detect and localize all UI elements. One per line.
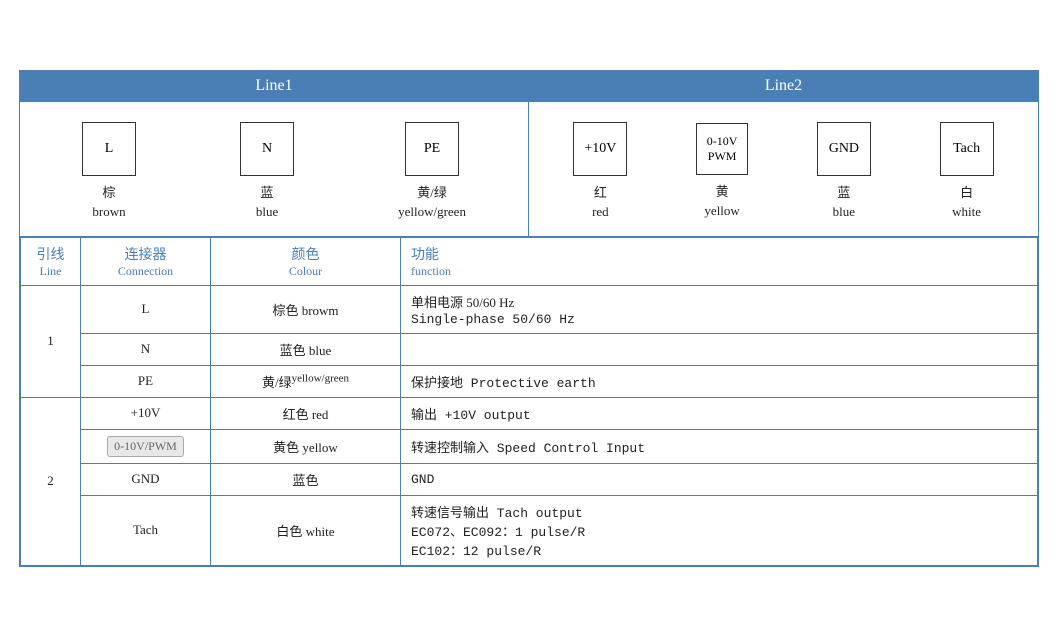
line-num-1: 1	[21, 285, 81, 397]
conn-gnd: GND	[81, 463, 211, 495]
connector-box-Tach: Tach	[940, 122, 994, 176]
table-row: 0-10V/PWM 黄色 yellow 转速控制输入 Speed Control…	[21, 429, 1038, 463]
th-color-en: Colour	[221, 264, 390, 279]
th-conn: 连接器 Connection	[81, 237, 211, 285]
table-row: GND 蓝色 GND	[21, 463, 1038, 495]
color-blue: 蓝色 blue	[211, 333, 401, 365]
line-num-2: 2	[21, 397, 81, 565]
main-container: Line1 Line2 L 棕brown N 蓝blue PE 黄/绿yello…	[19, 70, 1039, 566]
color-brown: 棕色 browm	[211, 285, 401, 333]
color-red: 红色 red	[211, 397, 401, 429]
connector-PWM: 0-10VPWM 黄yellow	[696, 123, 748, 219]
connector-label-Tach: 白white	[952, 184, 981, 220]
connector-box-N: N	[240, 122, 294, 176]
th-func-zh: 功能	[411, 244, 1027, 264]
conn-N: N	[81, 333, 211, 365]
color-yg: 黄/绿yellow/green	[211, 365, 401, 397]
diagram-line1: L 棕brown N 蓝blue PE 黄/绿yellow/green	[20, 102, 529, 235]
connector-box-GND: GND	[817, 122, 871, 176]
header-row: Line1 Line2	[20, 71, 1038, 102]
header-line2: Line2	[529, 71, 1038, 101]
table-row: N 蓝色 blue	[21, 333, 1038, 365]
connector-PE: PE 黄/绿yellow/green	[398, 122, 466, 220]
th-conn-zh: 连接器	[91, 244, 200, 264]
color-white: 白色 white	[211, 495, 401, 565]
table-header-row: 引线 Line 连接器 Connection 颜色 Colour 功能 func…	[21, 237, 1038, 285]
table-row: 1 L 棕色 browm 单相电源 50/60 Hz Single-phase …	[21, 285, 1038, 333]
connector-label-PWM: 黄yellow	[704, 183, 739, 219]
th-line-zh: 引线	[31, 244, 70, 264]
connector-box-PWM: 0-10VPWM	[696, 123, 748, 175]
table-row: Tach 白色 white 转速信号输出 Tach output EC072、E…	[21, 495, 1038, 565]
connector-Tach: Tach 白white	[940, 122, 994, 220]
connector-box-10V: +10V	[573, 122, 627, 176]
th-conn-en: Connection	[91, 264, 200, 279]
func-gnd: GND	[401, 463, 1038, 495]
color-blue2: 蓝色	[211, 463, 401, 495]
conn-tach: Tach	[81, 495, 211, 565]
th-line: 引线 Line	[21, 237, 81, 285]
header-line1: Line1	[20, 71, 529, 101]
data-table: 引线 Line 连接器 Connection 颜色 Colour 功能 func…	[20, 237, 1038, 566]
conn-pwm: 0-10V/PWM	[81, 429, 211, 463]
connector-label-GND: 蓝blue	[833, 184, 855, 220]
func-L: 单相电源 50/60 Hz Single-phase 50/60 Hz	[401, 285, 1038, 333]
conn-L: L	[81, 285, 211, 333]
connector-GND: GND 蓝blue	[817, 122, 871, 220]
connector-box-PE: PE	[405, 122, 459, 176]
connector-L: L 棕brown	[82, 122, 136, 220]
color-yg-small: yellow/green	[292, 372, 349, 384]
diagram-row: L 棕brown N 蓝blue PE 黄/绿yellow/green +10V…	[20, 102, 1038, 236]
connector-N: N 蓝blue	[240, 122, 294, 220]
connector-label-PE: 黄/绿yellow/green	[398, 184, 466, 220]
func-N	[401, 333, 1038, 365]
table-row: 2 +10V 红色 red 输出 +10V output	[21, 397, 1038, 429]
func-tach: 转速信号输出 Tach output EC072、EC092：1 pulse/R…	[401, 495, 1038, 565]
table-row: PE 黄/绿yellow/green 保护接地 Protective earth	[21, 365, 1038, 397]
th-line-en: Line	[31, 264, 70, 279]
th-func-en: function	[411, 264, 1027, 279]
th-func: 功能 function	[401, 237, 1038, 285]
conn-PE: PE	[81, 365, 211, 397]
th-color-zh: 颜色	[221, 244, 390, 264]
diagram-line2: +10V 红red 0-10VPWM 黄yellow GND 蓝blue Tac…	[529, 102, 1038, 235]
conn-10V: +10V	[81, 397, 211, 429]
func-pwm: 转速控制输入 Speed Control Input	[401, 429, 1038, 463]
color-yellow: 黄色 yellow	[211, 429, 401, 463]
connector-label-10V: 红red	[592, 184, 609, 220]
connector-label-N: 蓝blue	[256, 184, 278, 220]
connector-box-L: L	[82, 122, 136, 176]
connector-label-L: 棕brown	[92, 184, 125, 220]
th-color: 颜色 Colour	[211, 237, 401, 285]
func-PE: 保护接地 Protective earth	[401, 365, 1038, 397]
connector-10V: +10V 红red	[573, 122, 627, 220]
func-10V: 输出 +10V output	[401, 397, 1038, 429]
